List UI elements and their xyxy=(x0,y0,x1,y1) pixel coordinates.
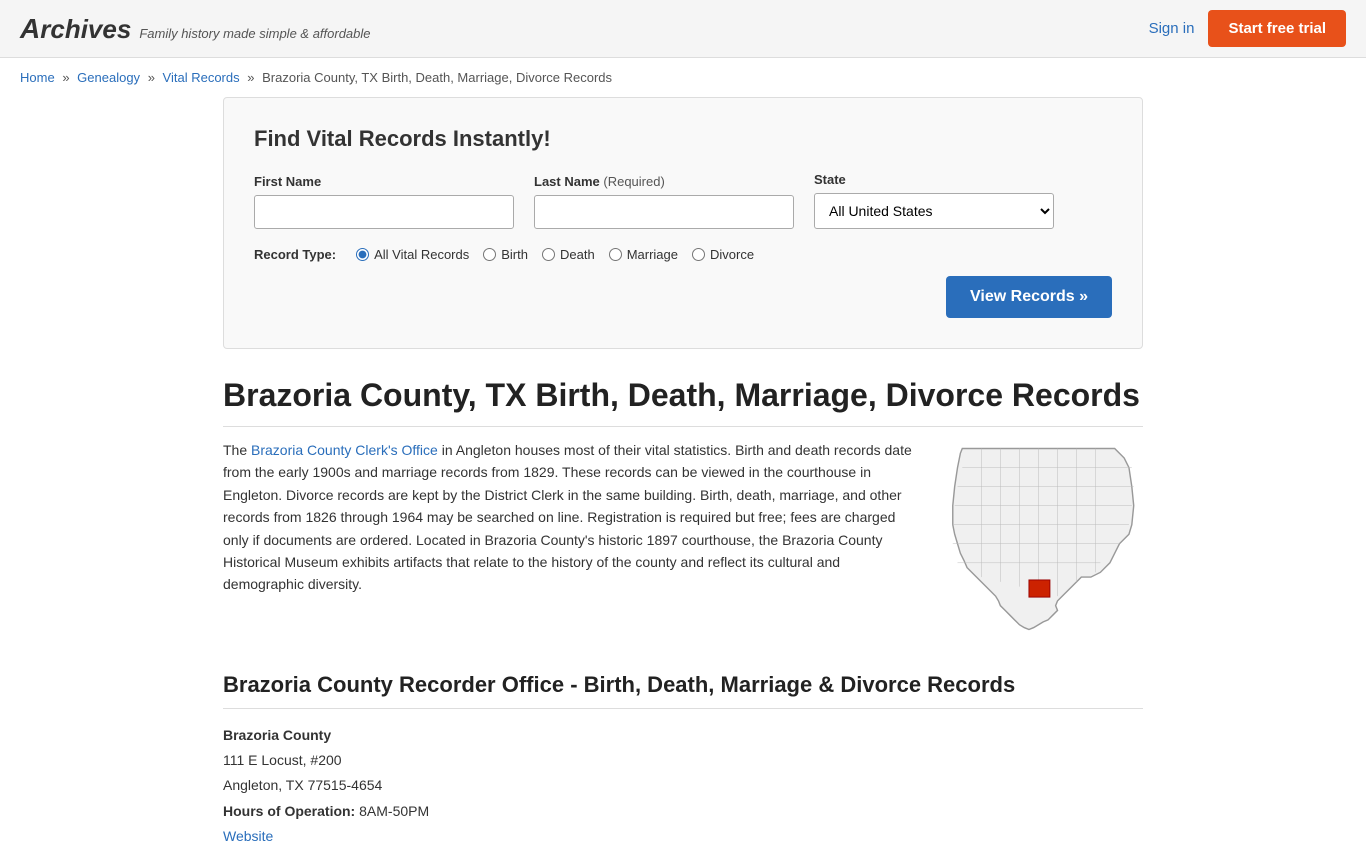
breadcrumb-home[interactable]: Home xyxy=(20,70,55,85)
radio-death-label: Death xyxy=(560,247,595,262)
breadcrumb-sep-2: » xyxy=(148,70,155,85)
radio-birth-input[interactable] xyxy=(483,248,496,261)
radio-marriage: Marriage xyxy=(609,247,678,262)
radio-birth-label: Birth xyxy=(501,247,528,262)
content-text: The Brazoria County Clerk's Office in An… xyxy=(223,439,913,642)
texas-map-svg xyxy=(943,439,1153,639)
search-box: Find Vital Records Instantly! First Name… xyxy=(223,97,1143,349)
breadcrumb-vital-records[interactable]: Vital Records xyxy=(163,70,240,85)
header-left: Archives Family history made simple & af… xyxy=(20,13,371,45)
breadcrumb-current: Brazoria County, TX Birth, Death, Marria… xyxy=(262,70,612,85)
clerks-office-link[interactable]: Brazoria County Clerk's Office xyxy=(251,442,438,458)
breadcrumb-genealogy[interactable]: Genealogy xyxy=(77,70,140,85)
first-name-label: First Name xyxy=(254,174,514,189)
texas-outline xyxy=(953,449,1134,630)
hours-line: Hours of Operation: 8AM-50PM xyxy=(223,799,1143,824)
radio-death: Death xyxy=(542,247,595,262)
record-type-label: Record Type: xyxy=(254,247,336,262)
last-name-label: Last Name (Required) xyxy=(534,174,794,189)
search-title: Find Vital Records Instantly! xyxy=(254,126,1112,152)
radio-divorce: Divorce xyxy=(692,247,754,262)
search-form-row: First Name Last Name (Required) State Al… xyxy=(254,172,1112,229)
state-group: State All United StatesAlabamaAlaskaAriz… xyxy=(814,172,1054,229)
view-records-button[interactable]: View Records » xyxy=(946,276,1112,318)
first-name-input[interactable] xyxy=(254,195,514,229)
record-type-row-container: Record Type: All Vital Records Birth Dea… xyxy=(254,247,1112,318)
archives-logo: Archives xyxy=(20,13,131,45)
header: Archives Family history made simple & af… xyxy=(0,0,1366,58)
texas-map xyxy=(943,439,1143,642)
first-name-group: First Name xyxy=(254,174,514,229)
radio-marriage-label: Marriage xyxy=(627,247,678,262)
radio-marriage-input[interactable] xyxy=(609,248,622,261)
state-label: State xyxy=(814,172,1054,187)
recorder-title: Brazoria County Recorder Office - Birth,… xyxy=(223,672,1143,709)
breadcrumb-sep-3: » xyxy=(247,70,254,85)
main-content: Find Vital Records Instantly! First Name… xyxy=(203,97,1163,849)
sign-in-link[interactable]: Sign in xyxy=(1149,20,1195,37)
content-section: The Brazoria County Clerk's Office in An… xyxy=(223,439,1143,642)
content-paragraph: The Brazoria County Clerk's Office in An… xyxy=(223,439,913,596)
recorder-section: Brazoria County Recorder Office - Birth,… xyxy=(223,672,1143,849)
website-link[interactable]: Website xyxy=(223,828,273,844)
recorder-details: Brazoria County 111 E Locust, #200 Angle… xyxy=(223,723,1143,849)
radio-death-input[interactable] xyxy=(542,248,555,261)
start-trial-button[interactable]: Start free trial xyxy=(1208,10,1346,47)
radio-birth: Birth xyxy=(483,247,528,262)
address2: Angleton, TX 77515-4654 xyxy=(223,773,1143,798)
radio-all-vital-input[interactable] xyxy=(356,248,369,261)
page-title: Brazoria County, TX Birth, Death, Marria… xyxy=(223,377,1143,427)
last-name-input[interactable] xyxy=(534,195,794,229)
record-type-row: Record Type: All Vital Records Birth Dea… xyxy=(254,247,1112,262)
state-select[interactable]: All United StatesAlabamaAlaskaArizonaArk… xyxy=(814,193,1054,229)
radio-divorce-label: Divorce xyxy=(710,247,754,262)
header-right: Sign in Start free trial xyxy=(1149,10,1346,47)
breadcrumb-sep-1: » xyxy=(62,70,69,85)
radio-all-vital: All Vital Records xyxy=(356,247,469,262)
website-line: Website xyxy=(223,824,1143,849)
radio-divorce-input[interactable] xyxy=(692,248,705,261)
radio-all-vital-label: All Vital Records xyxy=(374,247,469,262)
address1: 111 E Locust, #200 xyxy=(223,748,1143,773)
county-name: Brazoria County xyxy=(223,723,1143,748)
brazoria-county-highlight xyxy=(1029,580,1050,597)
tagline: Family history made simple & affordable xyxy=(139,26,370,41)
breadcrumb: Home » Genealogy » Vital Records » Brazo… xyxy=(0,58,1366,97)
last-name-group: Last Name (Required) xyxy=(534,174,794,229)
